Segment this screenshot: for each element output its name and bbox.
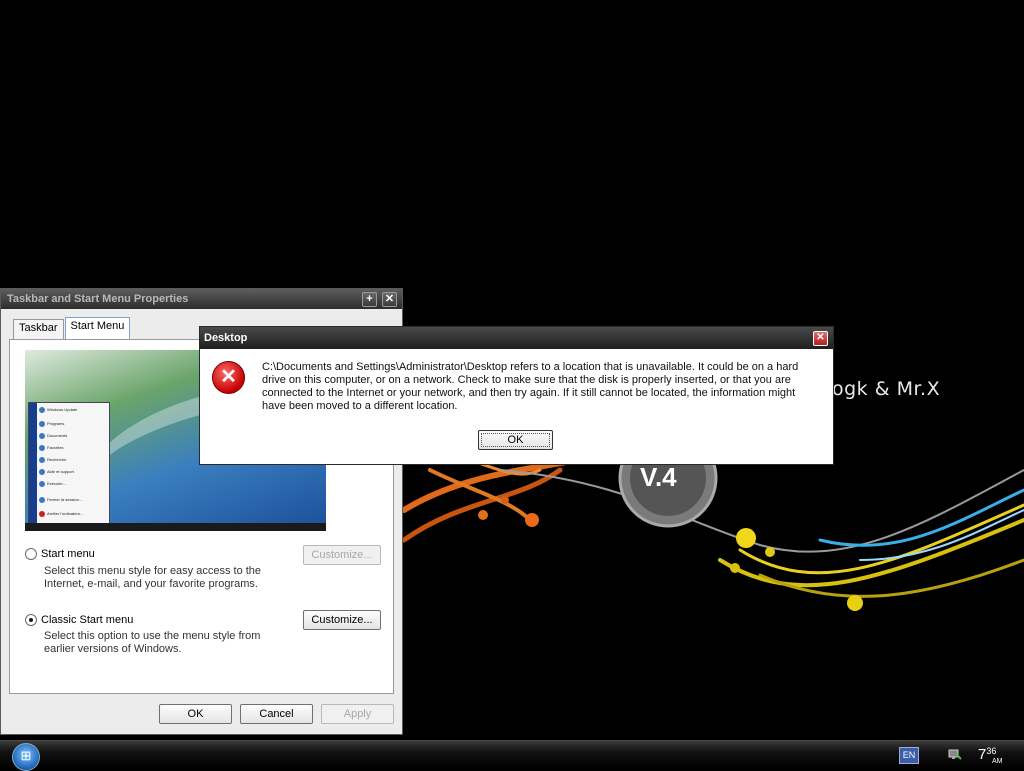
start-menu-radio[interactable]: [25, 548, 37, 560]
dialog-titlebar[interactable]: Desktop ✕: [200, 327, 833, 349]
customize-classic-menu-button[interactable]: Customize...: [303, 610, 381, 630]
preview-menu-item: Arrêter l'ordinateur...: [39, 511, 83, 517]
dialog-title: Desktop: [204, 332, 248, 344]
clock-ampm: AM: [992, 758, 1003, 765]
preview-menu-item: Documents: [39, 433, 67, 439]
preview-menu-item: Fermer la session...: [39, 497, 82, 503]
network-tray-icon[interactable]: [948, 748, 962, 761]
clock-minutes: 36: [986, 746, 997, 756]
ok-button[interactable]: OK: [159, 704, 232, 724]
dialog-body: ✕ C:\Documents and Settings\Administrato…: [200, 349, 833, 464]
preview-menu-item: Recherche: [39, 457, 66, 463]
wallpaper-brand-text: ogk & Mr.X: [832, 378, 941, 400]
preview-menu-item: Aide et support: [39, 469, 74, 475]
taskbar: ⊞ EN 736 AM: [0, 740, 1024, 771]
classic-start-menu-radio[interactable]: [25, 614, 37, 626]
wallpaper-badge-text: V.4: [640, 462, 677, 492]
help-icon[interactable]: +: [362, 291, 377, 307]
error-message: C:\Documents and Settings\Administrator\…: [262, 361, 799, 412]
classic-start-menu-description: Select this option to use the menu style…: [44, 630, 261, 655]
props-window-title: Taskbar and Start Menu Properties: [7, 293, 189, 305]
start-menu-description: Select this menu style for easy access t…: [44, 565, 262, 590]
clock[interactable]: 736 AM: [978, 746, 1003, 765]
error-x-icon: ✕: [212, 361, 245, 394]
cancel-button[interactable]: Cancel: [240, 704, 313, 724]
start-menu-label[interactable]: Start menu: [41, 548, 95, 560]
preview-menu-item: Windows Update: [39, 407, 77, 413]
classic-start-menu-label[interactable]: Classic Start menu: [41, 614, 133, 626]
preview-menu-item: Programs: [39, 421, 64, 427]
close-icon[interactable]: ✕: [382, 291, 397, 307]
props-titlebar[interactable]: Taskbar and Start Menu Properties + ✕: [1, 289, 402, 309]
apply-button[interactable]: Apply: [321, 704, 394, 724]
tab-start-menu[interactable]: Start Menu: [64, 317, 131, 339]
customize-start-menu-button[interactable]: Customize...: [303, 545, 381, 565]
preview-start-menu: Windows Update Programs Documents Favori…: [28, 402, 110, 530]
tab-row: Taskbar Start Menu: [13, 317, 131, 339]
desktop-error-dialog: Desktop ✕ ✕ C:\Documents and Settings\Ad…: [199, 326, 834, 465]
dialog-close-icon[interactable]: ✕: [813, 330, 828, 346]
tab-taskbar[interactable]: Taskbar: [13, 319, 64, 339]
preview-menu-item: Exécuter...: [39, 481, 66, 487]
start-button-icon[interactable]: ⊞: [12, 743, 40, 771]
dialog-ok-button[interactable]: OK: [478, 430, 553, 450]
preview-menu-item: Favorites: [39, 445, 63, 451]
language-indicator[interactable]: EN: [899, 747, 919, 764]
